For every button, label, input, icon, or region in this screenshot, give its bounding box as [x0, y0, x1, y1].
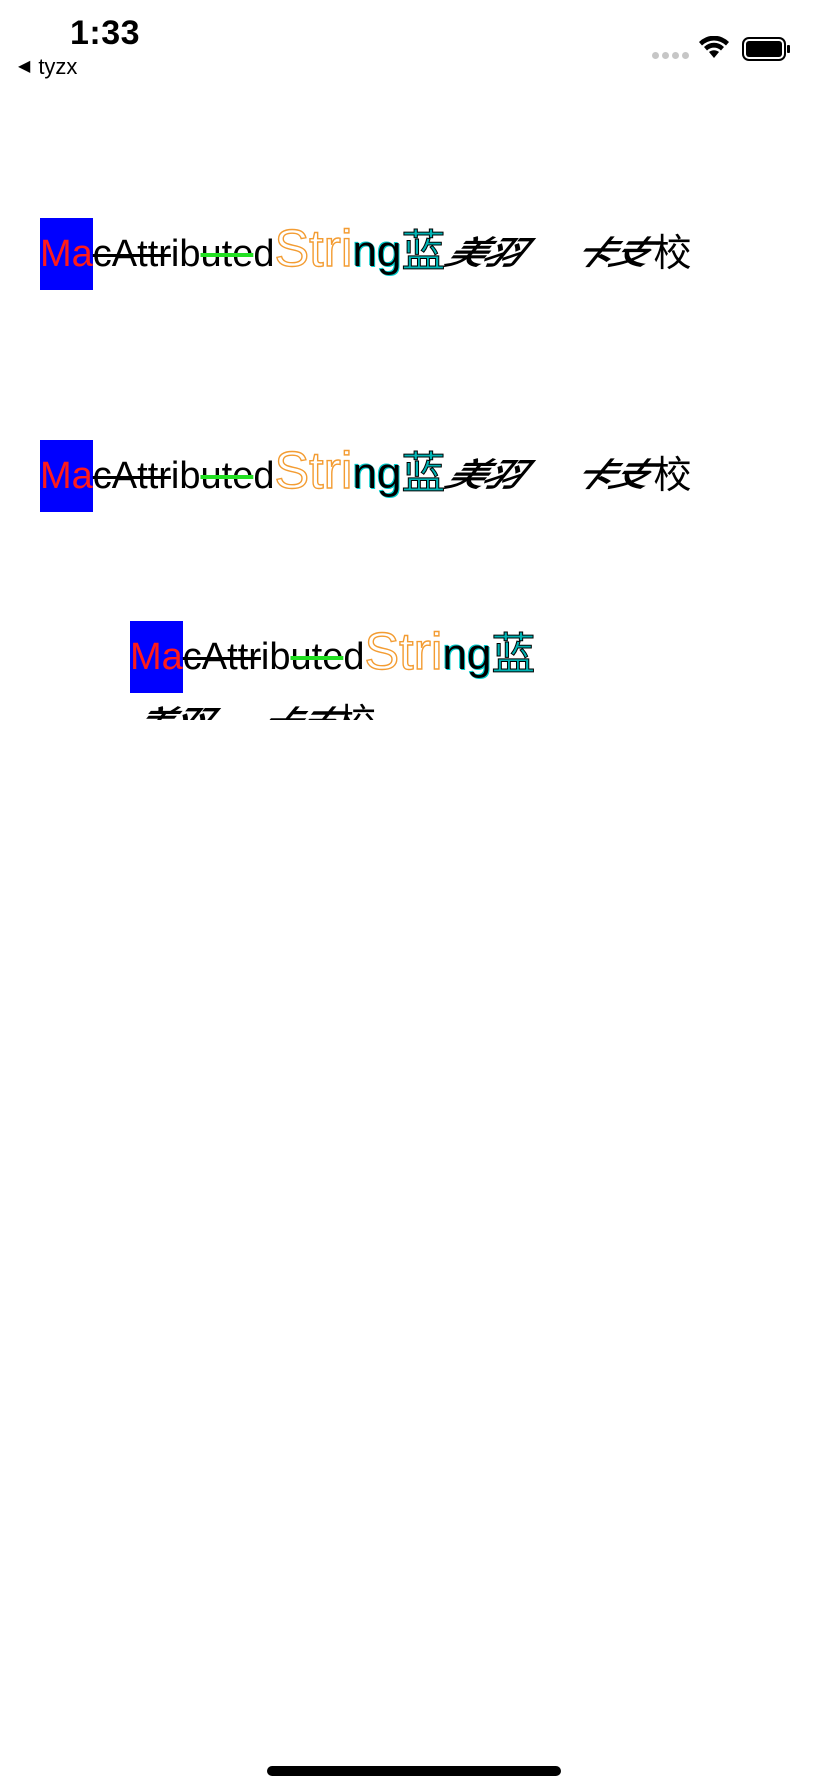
strikethrough-segment: cAttr	[92, 233, 171, 275]
oblique-segment: 美羽	[130, 693, 222, 720]
plain-segment: ib	[170, 233, 201, 275]
plain-segment: ib	[170, 455, 201, 497]
highlight-segment: Ma	[40, 440, 93, 512]
green-strike-segment: ute	[290, 636, 344, 678]
stroked-segment: ng	[442, 630, 492, 679]
strikethrough-segment: cAttr	[92, 455, 171, 497]
plain-segment: d	[343, 636, 365, 678]
green-strike-segment: ute	[200, 233, 254, 275]
plain-segment: ib	[260, 636, 291, 678]
oblique-segment: 美羽	[439, 458, 531, 494]
cyan-cjk-segment: 蓝	[401, 227, 446, 277]
plain-segment: 校	[653, 455, 692, 497]
cyan-cjk-segment: 蓝	[491, 630, 536, 680]
back-label: tyzx	[38, 54, 78, 79]
back-button[interactable]: ◀ tyzx	[18, 54, 77, 80]
outline-segment: Stri	[274, 219, 353, 278]
wifi-icon	[699, 36, 729, 58]
cyan-cjk-segment: 蓝	[401, 449, 446, 499]
oblique-segment: 美羽	[439, 236, 531, 272]
attributed-label-1: MacAttributedString蓝美羽 卡支校	[40, 213, 692, 290]
plain-segment: 校	[653, 233, 692, 275]
home-indicator[interactable]	[267, 1766, 561, 1776]
oblique-segment: 卡支	[567, 236, 659, 272]
outline-segment: Stri	[274, 441, 353, 500]
plain-segment: d	[253, 455, 275, 497]
attributed-label-wrapped: MacAttributedString蓝 美羽卡支校	[130, 616, 590, 720]
status-bar: 1:33 ◀ tyzx	[0, 0, 828, 88]
wrapped-line-1: MacAttributedString蓝	[130, 616, 590, 693]
plain-segment: d	[253, 233, 275, 275]
battery-icon	[742, 37, 790, 61]
status-time: 1:33	[70, 14, 141, 52]
green-strike-segment: ute	[200, 455, 254, 497]
highlight-segment: Ma	[130, 621, 183, 693]
stroked-segment: ng	[352, 449, 402, 498]
oblique-segment: 卡支	[246, 693, 351, 720]
back-triangle-icon: ◀	[18, 58, 31, 75]
stroked-segment: ng	[352, 227, 402, 276]
wrapped-line-2: 美羽卡支校	[130, 688, 590, 720]
strikethrough-segment: cAttr	[182, 636, 261, 678]
highlight-segment: Ma	[40, 218, 93, 290]
attributed-label-2: MacAttributedString蓝美羽 卡支校	[40, 435, 692, 512]
outline-segment: Stri	[364, 622, 443, 681]
oblique-segment: 卡支	[567, 458, 659, 494]
cellular-signal-icon	[652, 52, 689, 59]
